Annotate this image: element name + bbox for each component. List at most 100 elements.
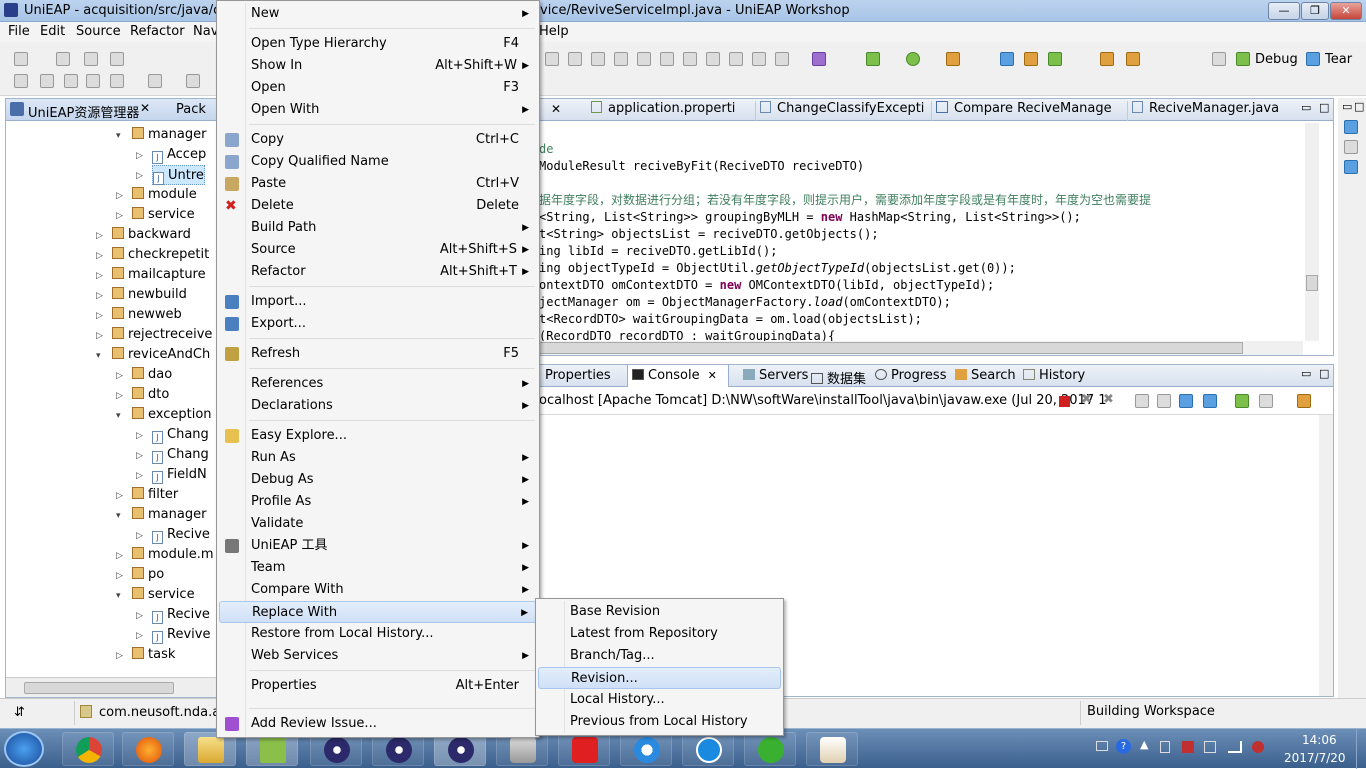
taskbar-java[interactable] [806, 732, 858, 766]
submenu-item-base-revision[interactable]: Base Revision [538, 601, 781, 623]
debug-run-icon[interactable] [866, 52, 880, 66]
menu-item-copy[interactable]: Copy Ctrl+C [219, 129, 537, 151]
team-perspective-label[interactable]: Tear [1325, 52, 1352, 67]
tree-expand-toggle[interactable]: ▷ [136, 471, 143, 481]
tool-c-icon[interactable] [591, 52, 605, 66]
tree-item[interactable]: J Untre [152, 165, 205, 185]
tree-expand-toggle[interactable]: ▷ [136, 631, 143, 641]
tree-item[interactable]: reviceAndCh [112, 345, 210, 365]
maximize-view-icon[interactable]: □ [1319, 101, 1329, 114]
menu-item-run-as[interactable]: Run As ▶ [219, 447, 537, 469]
tool-a-icon[interactable] [545, 52, 559, 66]
tree-item[interactable]: J Accep [152, 145, 206, 165]
review-tool-icon[interactable] [812, 52, 826, 66]
editor-horizontal-scrollbar[interactable] [539, 341, 1303, 355]
edit-icon[interactable] [64, 74, 78, 88]
format-icon[interactable] [110, 74, 124, 88]
menu-item-refactor[interactable]: Refactor Alt+Shift+T ▶ [219, 261, 537, 283]
minimize-button[interactable]: — [1268, 2, 1300, 20]
tree-expand-toggle[interactable]: ▷ [116, 551, 123, 561]
taskbar-youdao[interactable] [558, 732, 610, 766]
clock-time[interactable]: 14:06 [1302, 733, 1337, 747]
tree-item[interactable]: task [132, 645, 175, 665]
keyboard-icon[interactable] [1096, 741, 1108, 751]
tree-expand-toggle[interactable]: ▷ [96, 311, 103, 321]
menu-edit[interactable]: Edit [40, 24, 65, 39]
tray-app-icon[interactable] [1160, 741, 1170, 753]
tree-item[interactable]: po [132, 565, 164, 585]
tree-expand-toggle[interactable]: ▷ [116, 651, 123, 661]
tree-item[interactable]: dto [132, 385, 169, 405]
tree-expand-toggle[interactable]: ▾ [116, 411, 121, 421]
help-tray-icon[interactable]: ? [1116, 739, 1131, 754]
display-console-icon[interactable] [1259, 394, 1273, 408]
tab-console[interactable]: Console ✕ [627, 365, 729, 387]
submenu-item-branch-tag[interactable]: Branch/Tag... [538, 645, 781, 667]
menu-item-team[interactable]: Team ▶ [219, 557, 537, 579]
open-console-icon[interactable] [1297, 394, 1311, 408]
terminate-icon[interactable] [1059, 396, 1070, 407]
menu-item-paste[interactable]: Paste Ctrl+V [219, 173, 537, 195]
tab-resource-explorer[interactable]: UniEAP资源管理器 [28, 102, 139, 121]
tree-expand-toggle[interactable]: ▷ [96, 331, 103, 341]
list-icon[interactable] [86, 74, 100, 88]
tab-compare-recive-manager[interactable]: Compare ReciveManage [931, 101, 1127, 121]
menu-item-refresh[interactable]: Refresh F5 [219, 343, 537, 365]
tree-expand-toggle[interactable]: ▾ [96, 351, 101, 361]
tree-item[interactable]: newbuild [112, 285, 187, 305]
back-icon[interactable] [148, 74, 162, 88]
tree-item[interactable]: checkrepetit [112, 245, 209, 265]
outline-icon[interactable] [1344, 120, 1358, 134]
menu-item-new[interactable]: New ▶ [219, 3, 537, 25]
tool-g-icon[interactable] [683, 52, 697, 66]
menu-item-properties[interactable]: Properties Alt+Enter [219, 675, 537, 697]
tree-expand-toggle[interactable]: ▷ [116, 371, 123, 381]
close-icon[interactable]: ✕ [708, 369, 717, 382]
menu-item-unieap[interactable]: UniEAP 工具 ▶ [219, 535, 537, 557]
menu-item-debug-as[interactable]: Debug As ▶ [219, 469, 537, 491]
save-icon[interactable] [56, 52, 70, 66]
minimize-view-icon[interactable]: ▭ [1342, 100, 1352, 113]
start-button[interactable] [4, 731, 44, 767]
menu-item-copy-qualified-name[interactable]: Copy Qualified Name [219, 151, 537, 173]
tree-item[interactable]: J Chang [152, 425, 209, 445]
scrollbar-thumb[interactable] [24, 682, 174, 694]
tab-recive-manager-java[interactable]: ReciveManager.java [1127, 101, 1287, 121]
show-stderr-icon[interactable] [1203, 394, 1217, 408]
pin-icon[interactable] [40, 74, 54, 88]
open-perspective-icon[interactable] [1212, 52, 1226, 66]
scrollbar-thumb[interactable] [539, 342, 1243, 354]
menu-item-add-review-issue[interactable]: Add Review Issue... [219, 713, 537, 735]
tree-expand-toggle[interactable]: ▷ [116, 491, 123, 501]
status-progress[interactable]: Building Workspace [1087, 704, 1215, 719]
tree-item[interactable]: manager [132, 125, 206, 145]
pin-console-icon[interactable] [1235, 394, 1249, 408]
tree-item[interactable]: exception [132, 405, 212, 425]
binary-file-icon[interactable] [729, 52, 743, 66]
taskbar-wechat[interactable] [744, 732, 796, 766]
menu-item-open-type-hierarchy[interactable]: Open Type Hierarchy F4 [219, 33, 537, 55]
menu-item-replace-with[interactable]: Replace With ▶ [219, 601, 537, 623]
remove-all-icon[interactable]: ✖ [1103, 392, 1114, 407]
horizontal-scrollbar[interactable] [6, 677, 217, 697]
close-icon[interactable]: ✕ [551, 102, 561, 116]
menu-item-compare-with[interactable]: Compare With ▶ [219, 579, 537, 601]
taskbar-baidu-cloud[interactable] [620, 732, 672, 766]
tree-expand-toggle[interactable]: ▷ [136, 431, 143, 441]
remove-launch-icon[interactable]: ✖ [1081, 392, 1092, 407]
new-icon[interactable] [14, 52, 28, 66]
tab-history[interactable]: History [1023, 368, 1085, 383]
tree-expand-toggle[interactable]: ▷ [116, 571, 123, 581]
menu-item-profile-as[interactable]: Profile As ▶ [219, 491, 537, 513]
menu-item-export[interactable]: Export... [219, 313, 537, 335]
taskbar-firefox[interactable] [122, 732, 174, 766]
tree-item[interactable]: J Recive [152, 525, 210, 545]
minimize-view-icon[interactable]: ▭ [1301, 367, 1311, 380]
clear-console-icon[interactable] [1135, 394, 1149, 408]
menu-item-open[interactable]: Open F3 [219, 77, 537, 99]
show-stdout-icon[interactable] [1179, 394, 1193, 408]
volume-muted-icon[interactable] [1252, 741, 1264, 753]
tree-item[interactable]: J Recive [152, 605, 210, 625]
show-hidden-icons[interactable]: ▲ [1140, 738, 1148, 751]
tab-search[interactable]: Search [955, 368, 1016, 383]
